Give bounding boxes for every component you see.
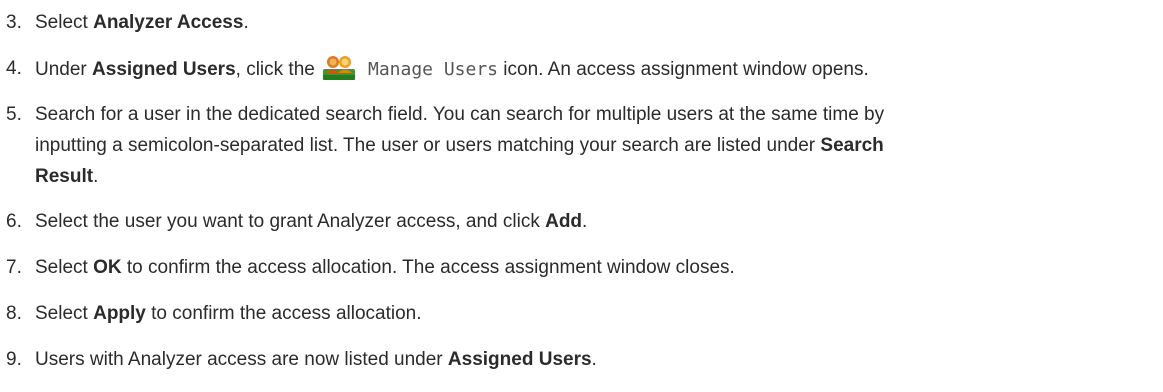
step-number: 7.	[6, 257, 22, 278]
search-label: Search	[820, 135, 884, 156]
result-label: Result	[35, 166, 94, 187]
step-number: 4.	[6, 58, 22, 79]
apply-label: Apply	[93, 303, 146, 324]
add-label: Add	[545, 211, 583, 232]
step-text: Select the user you want to grant Analyz…	[35, 211, 588, 232]
step-number: 6.	[6, 211, 22, 232]
step-text: Users with Analyzer access are now liste…	[35, 349, 597, 370]
step-number: 9.	[6, 349, 22, 370]
step-text: Select Apply to confirm the access alloc…	[35, 303, 422, 324]
assigned-users-label: Assigned Users	[447, 349, 592, 370]
manage-users-icon	[322, 53, 356, 81]
step-number: 3.	[6, 12, 22, 33]
assigned-users-label: Assigned Users	[92, 59, 236, 80]
manage-users-code: Manage Users	[357, 59, 499, 80]
ok-label: OK	[93, 257, 122, 278]
analyzer-access-label: Analyzer Access	[93, 12, 244, 33]
step-number: 5.	[6, 104, 22, 125]
step-text: Select OK to confirm the access allocati…	[35, 257, 735, 278]
step-text: Select Analyzer Access.	[35, 12, 249, 33]
step-text: Under Assigned Users, click the Manage U…	[35, 53, 1155, 85]
step-number: 8.	[6, 303, 22, 324]
